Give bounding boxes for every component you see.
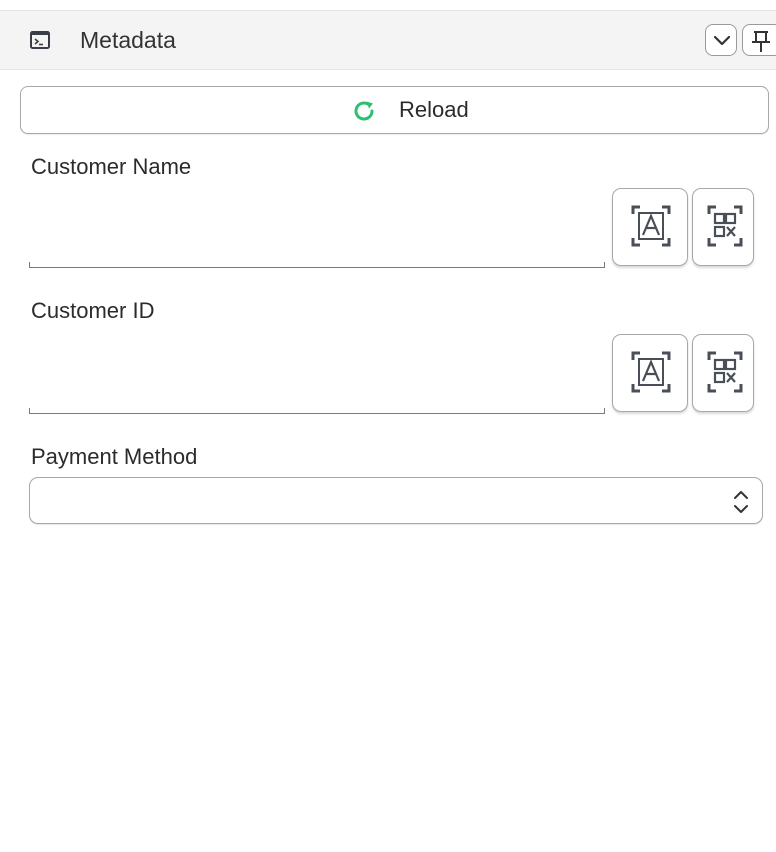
pin-button[interactable] — [742, 24, 776, 56]
input-tick-left — [29, 262, 30, 268]
reload-label: Reload — [399, 97, 469, 122]
ocr-text-scan-icon — [631, 351, 671, 393]
qr-scan-icon — [707, 351, 743, 393]
collapse-button[interactable] — [705, 24, 737, 56]
terminal-window-icon — [30, 31, 50, 49]
input-underline — [29, 413, 605, 414]
customer-id-label: Customer ID — [31, 298, 155, 323]
customer-id-barcode-button[interactable] — [692, 334, 754, 412]
up-down-chevron-icon — [732, 486, 750, 518]
input-underline — [29, 267, 605, 268]
customer-id-ocr-button[interactable] — [612, 334, 688, 412]
customer-name-label: Customer Name — [31, 154, 192, 179]
input-tick-right — [604, 262, 605, 268]
payment-method-select[interactable] — [29, 477, 763, 524]
pin-icon — [752, 31, 770, 52]
ocr-text-scan-icon — [631, 205, 671, 247]
payment-method-label: Payment Method — [31, 444, 198, 469]
metadata-panel: Metadata Reload Customer Name Customer I… — [0, 0, 776, 852]
top-edge — [0, 0, 776, 11]
customer-name-barcode-button[interactable] — [692, 188, 754, 266]
refresh-icon — [352, 99, 376, 123]
chevron-down-icon — [713, 35, 731, 46]
input-tick-right — [604, 408, 605, 414]
reload-button[interactable]: Reload — [20, 86, 769, 134]
input-tick-left — [29, 408, 30, 414]
panel-title: Metadata — [80, 27, 176, 53]
customer-id-input[interactable] — [29, 336, 605, 414]
qr-scan-icon — [707, 205, 743, 247]
customer-name-ocr-button[interactable] — [612, 188, 688, 266]
panel-header: Metadata — [0, 11, 776, 70]
customer-name-input[interactable] — [29, 190, 605, 268]
